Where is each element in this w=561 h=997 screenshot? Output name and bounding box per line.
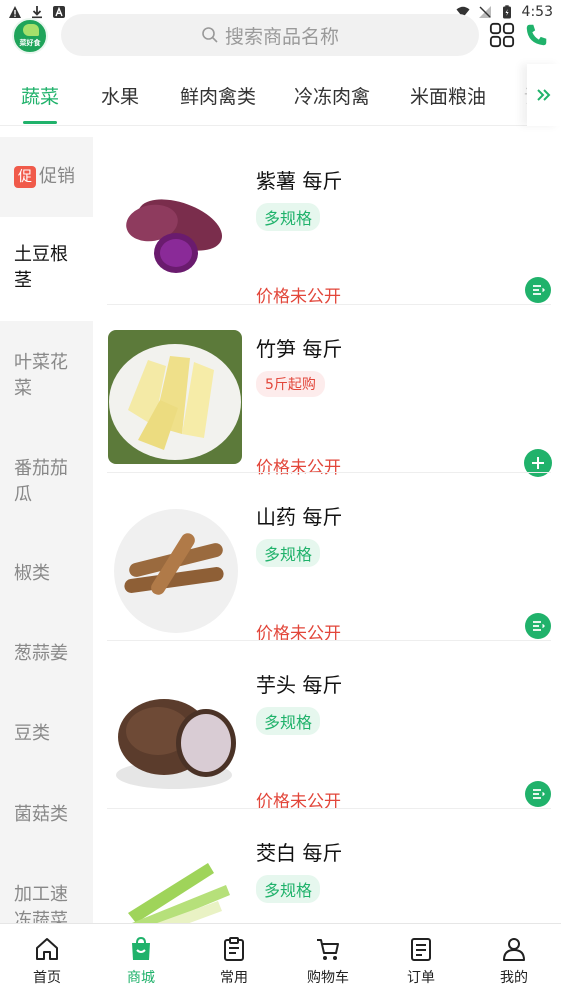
user-icon — [503, 938, 525, 961]
nav-label: 订单 — [407, 970, 435, 986]
sidebar-item-label: 番茄茄瓜 — [14, 458, 68, 505]
sidebar-item-mushrooms[interactable]: 菌菇类 — [0, 769, 93, 849]
sidebar-item-label: 土豆根茎 — [14, 244, 68, 291]
sidebar-item-label: 豆类 — [14, 723, 50, 744]
product-image-taro[interactable] — [108, 671, 242, 805]
sidebar-item-label: 叶菜花菜 — [14, 352, 68, 399]
product-name: 竹笋 每斤 — [256, 337, 343, 361]
nav-label: 首页 — [33, 970, 61, 986]
clipboard-icon — [224, 937, 244, 961]
tab-frozen-meat[interactable]: 冷冻肉禽 — [294, 82, 370, 109]
multi-spec-tag: 多规格 — [256, 875, 321, 903]
sidebar-item-promo[interactable]: 促促销 — [0, 137, 93, 217]
product-card[interactable]: 山药 每斤 多规格 价格未公开 — [93, 473, 561, 644]
sidebar-item-tomato-melon[interactable]: 番茄茄瓜 — [0, 425, 93, 529]
nav-label: 购物车 — [307, 970, 349, 986]
product-name: 紫薯 每斤 — [256, 169, 343, 193]
product-image-yam[interactable] — [108, 501, 242, 635]
nav-cart[interactable]: 购物车 — [281, 924, 375, 997]
sidebar-item-root-veg[interactable]: 土豆根茎 — [0, 217, 93, 321]
nav-label: 我的 — [500, 970, 528, 986]
sidebar-item-frozen-veg[interactable]: 加工速冻蔬菜 — [0, 849, 93, 923]
search-input[interactable]: 搜索商品名称 — [61, 14, 479, 56]
logo-text: 菜好食 — [19, 39, 41, 47]
sidebar-item-label: 菌菇类 — [14, 804, 68, 825]
tab-grain-oil[interactable]: 米面粮油 — [410, 82, 486, 109]
sidebar-item-onion-garlic[interactable]: 葱蒜姜 — [0, 609, 93, 689]
nav-profile[interactable]: 我的 — [467, 924, 561, 997]
sidebar-item-peppers[interactable]: 椒类 — [0, 529, 93, 609]
sidebar-item-label: 促销 — [39, 166, 75, 187]
product-card[interactable]: 芋头 每斤 多规格 价格未公开 — [93, 641, 561, 812]
tabs-expand-button[interactable] — [527, 64, 561, 126]
nav-frequent[interactable]: 常用 — [187, 924, 281, 997]
tab-fresh-meat[interactable]: 鲜肉禽类 — [180, 82, 256, 109]
search-icon — [202, 27, 218, 43]
nav-shop[interactable]: 商城 — [94, 924, 188, 997]
cart-icon — [317, 939, 339, 960]
product-image-bamboo-shoot[interactable] — [108, 330, 242, 464]
phone-icon[interactable] — [523, 21, 551, 49]
product-card[interactable]: 竹笋 每斤 5斤起购 价格未公开 — [93, 305, 561, 478]
sidebar-item-label: 椒类 — [14, 563, 50, 584]
multi-spec-tag: 多规格 — [256, 707, 321, 735]
sidebar-item-label: 葱蒜姜 — [14, 643, 68, 664]
sidebar-item-label: 加工速冻蔬菜 — [14, 884, 68, 923]
leaf-icon — [23, 24, 39, 36]
sidebar-item-beans[interactable]: 豆类 — [0, 689, 93, 769]
bottom-nav: 首页 商城 常用 购物车 订单 我的 — [0, 923, 561, 997]
spec-list-icon[interactable] — [525, 277, 551, 303]
category-sidebar: 促促销 土豆根茎 叶菜花菜 番茄茄瓜 椒类 葱蒜姜 豆类 菌菇类 加工速冻蔬菜 — [0, 137, 93, 923]
home-icon — [36, 938, 58, 960]
shop-bag-icon — [132, 936, 150, 960]
category-tabs: 蔬菜 水果 鲜肉禽类 冷冻肉禽 米面粮油 调 — [0, 64, 561, 126]
order-icon — [411, 938, 431, 961]
double-chevron-right-icon — [537, 89, 551, 101]
promo-badge: 促 — [14, 166, 36, 188]
active-tab-indicator — [23, 121, 57, 124]
min-purchase-tag: 5斤起购 — [256, 371, 325, 397]
multi-spec-tag: 多规格 — [256, 539, 321, 567]
product-card[interactable]: 茭白 每斤 多规格 — [93, 809, 561, 923]
sidebar-item-leafy-veg[interactable]: 叶菜花菜 — [0, 321, 93, 425]
nav-label: 常用 — [220, 970, 248, 986]
product-name: 芋头 每斤 — [256, 673, 343, 697]
nav-orders[interactable]: 订单 — [374, 924, 468, 997]
product-image-water-bamboo[interactable] — [108, 843, 242, 923]
product-card[interactable]: 紫薯 每斤 多规格 价格未公开 — [93, 137, 561, 307]
multi-spec-tag: 多规格 — [256, 203, 321, 231]
product-name: 茭白 每斤 — [256, 841, 343, 865]
scan-grid-icon[interactable] — [488, 21, 516, 49]
spec-list-icon[interactable] — [525, 781, 551, 807]
product-list: 紫薯 每斤 多规格 价格未公开 竹笋 每斤 5斤起购 价格未公开 山药 每斤 多… — [93, 137, 561, 923]
app-logo[interactable]: 菜好食 — [12, 18, 48, 54]
tab-vegetables[interactable]: 蔬菜 — [21, 82, 59, 109]
search-placeholder: 搜索商品名称 — [224, 25, 339, 48]
product-image-purple-sweet-potato[interactable] — [108, 165, 242, 299]
spec-list-icon[interactable] — [525, 613, 551, 639]
nav-label: 商城 — [127, 970, 155, 986]
nav-home[interactable]: 首页 — [0, 924, 94, 997]
product-name: 山药 每斤 — [256, 505, 343, 529]
header: 菜好食 搜索商品名称 — [0, 12, 561, 58]
tab-fruit[interactable]: 水果 — [101, 82, 139, 109]
